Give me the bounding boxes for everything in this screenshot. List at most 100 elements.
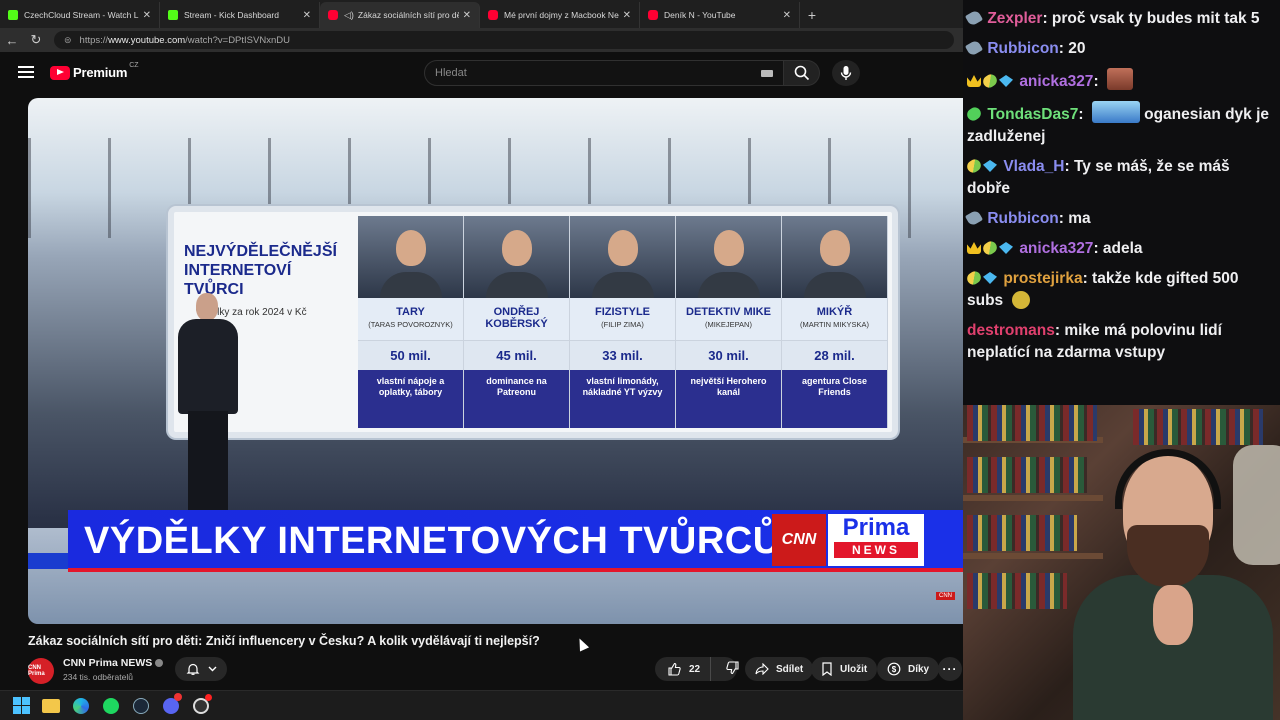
books <box>967 405 1097 441</box>
creator-real-name: (TARAS POVOROZNYK) <box>368 320 453 329</box>
chat-username[interactable]: TondasDas7 <box>987 106 1078 123</box>
tab-bar: CzechCloud Stream - Watch Live o ✕ Strea… <box>0 0 963 28</box>
close-icon[interactable]: ✕ <box>783 10 791 21</box>
chat-message: Rubbicon: 20 <box>964 38 1270 60</box>
url-field[interactable]: ⊜ https://www.youtube.com/watch?v=DPtISV… <box>54 31 954 49</box>
voice-search-button[interactable] <box>832 60 860 86</box>
edge-browser-icon[interactable] <box>72 697 90 715</box>
chat-username[interactable]: anicka327 <box>1019 240 1093 257</box>
svg-text:$: $ <box>892 665 897 674</box>
channel-name[interactable]: CNN Prima NEWS <box>63 657 164 669</box>
close-icon[interactable]: ✕ <box>143 10 151 21</box>
creator-earnings: 28 mil. <box>782 340 887 370</box>
save-button[interactable]: Uložit <box>811 657 878 681</box>
url-prefix: https:// <box>79 34 109 46</box>
chat-username[interactable]: Vlada_H <box>1003 158 1064 175</box>
creator-earnings: 30 mil. <box>676 340 781 370</box>
thanks-button[interactable]: $ Díky <box>877 657 940 681</box>
gem-badge-icon <box>983 272 997 284</box>
speaker-icon[interactable]: ◁) <box>344 10 354 21</box>
books <box>1133 409 1263 445</box>
site-info-icon[interactable]: ⊜ <box>64 35 72 46</box>
spotify-icon[interactable] <box>102 697 120 715</box>
tab-current-video[interactable]: ◁) Zákaz sociálních sítí pro děti: Z ✕ <box>320 2 480 28</box>
like-count: 22 <box>689 663 701 675</box>
back-icon[interactable]: ← <box>0 33 24 48</box>
channel-avatar[interactable]: CNN Prima <box>28 658 54 684</box>
streamer-hand <box>1153 585 1193 645</box>
chat-text: proč vsak ty budes mit tak 5 <box>1051 10 1260 27</box>
gem-badge-icon <box>999 75 1013 87</box>
steam-icon[interactable] <box>132 697 150 715</box>
share-button[interactable]: Sdílet <box>745 657 814 681</box>
crown-badge-icon <box>967 75 981 87</box>
creator-name: TARY <box>396 306 425 318</box>
close-icon[interactable]: ✕ <box>463 10 471 21</box>
youtube-logo[interactable]: Premium CZ <box>50 62 139 80</box>
tab-macbook-video[interactable]: Mé první dojmy z Macbook Neo. Z ✕ <box>480 2 640 28</box>
url-host: www.youtube.com <box>108 34 186 46</box>
video-player[interactable]: NEJVÝDĚLEČNĚJŠÍ INTERNETOVÍ TVŮRCI výděl… <box>28 98 963 624</box>
search-placeholder: Hledat <box>435 67 467 79</box>
new-tab-button[interactable]: + <box>800 2 824 28</box>
file-explorer-icon[interactable] <box>42 697 60 715</box>
verified-icon <box>155 659 164 668</box>
reload-icon[interactable]: ↻ <box>24 32 48 48</box>
chat-username[interactable]: Rubbicon <box>987 210 1058 227</box>
chat-text: 20 <box>1068 40 1086 57</box>
search-button[interactable] <box>784 60 820 86</box>
chat-username[interactable]: Rubbicon <box>987 40 1058 57</box>
creator-description: největší Herohero kanál <box>676 370 781 428</box>
prima-news-logo: Prima NEWS <box>828 514 924 566</box>
moderator-badge-icon <box>964 9 984 27</box>
chat-username[interactable]: Zexpler <box>987 10 1042 27</box>
search-input[interactable]: Hledat <box>424 60 784 86</box>
keyboard-icon[interactable] <box>761 70 773 77</box>
menu-icon[interactable] <box>18 66 34 78</box>
books <box>967 457 1087 493</box>
microphone-icon <box>840 66 852 80</box>
like-dislike-group: 22 <box>655 657 740 681</box>
discord-icon[interactable] <box>162 692 182 715</box>
bell-icon <box>186 663 199 675</box>
face-emote-icon <box>1106 68 1133 90</box>
creator-description: dominance na Patreonu <box>464 370 569 428</box>
chat-message: TondasDas7: oganesian dyk je zadluženej <box>964 101 1270 148</box>
creator-card: DETEKTIV MIKE (MIKEJEPAN) 30 mil. největš… <box>676 216 782 428</box>
creator-card: TARY (TARAS POVOROZNYK) 50 mil. vlastní n… <box>358 216 464 428</box>
close-icon[interactable]: ✕ <box>303 10 311 21</box>
like-button[interactable]: 22 <box>655 657 712 681</box>
address-bar: ← ↻ ⊜ https://www.youtube.com/watch?v=DP… <box>0 28 963 52</box>
chat-username[interactable]: destromans <box>967 322 1055 339</box>
more-actions-button[interactable]: ··· <box>938 657 962 681</box>
creator-real-name: (MARTIN MIKYSKA) <box>799 320 870 329</box>
creator-photo <box>782 216 887 298</box>
youtube-play-icon <box>50 65 70 80</box>
creator-earnings: 33 mil. <box>570 340 675 370</box>
subscribed-button[interactable] <box>175 657 227 681</box>
thumbs-down-icon <box>726 660 739 674</box>
dislike-button[interactable] <box>718 660 740 678</box>
gem-badge-icon <box>983 160 997 172</box>
chat-message: anicka327: <box>967 68 1270 93</box>
windows-start-icon[interactable] <box>12 696 30 715</box>
obs-icon[interactable] <box>192 693 212 715</box>
gem-badge-icon <box>999 242 1013 254</box>
lower-third-text: VÝDĚLKY INTERNETOVÝCH TVŮRCŮ <box>84 520 781 562</box>
creator-description: agentura Close Friends <box>782 370 887 428</box>
tab-denik-n[interactable]: Deník N - YouTube ✕ <box>640 2 800 28</box>
country-code: CZ <box>129 62 139 69</box>
moderator-badge-icon <box>964 39 984 57</box>
thumbs-up-icon <box>668 662 681 676</box>
url-path: /watch?v=DPtISVNxnDU <box>185 34 290 46</box>
chat-username[interactable]: anicka327 <box>1019 73 1093 90</box>
chat-username[interactable]: prostejirka <box>1003 270 1082 287</box>
close-icon[interactable]: ✕ <box>623 10 631 21</box>
youtube-icon <box>648 10 658 20</box>
share-label: Sdílet <box>776 663 804 675</box>
chat-message: Vlada_H: Ty se máš, že se máš dobře <box>964 156 1270 200</box>
bookmark-icon <box>822 662 832 676</box>
bookshelf <box>963 553 1103 559</box>
tab-czechcloud[interactable]: CzechCloud Stream - Watch Live o ✕ <box>0 2 160 28</box>
tab-kick-dashboard[interactable]: Stream - Kick Dashboard ✕ <box>160 2 320 28</box>
